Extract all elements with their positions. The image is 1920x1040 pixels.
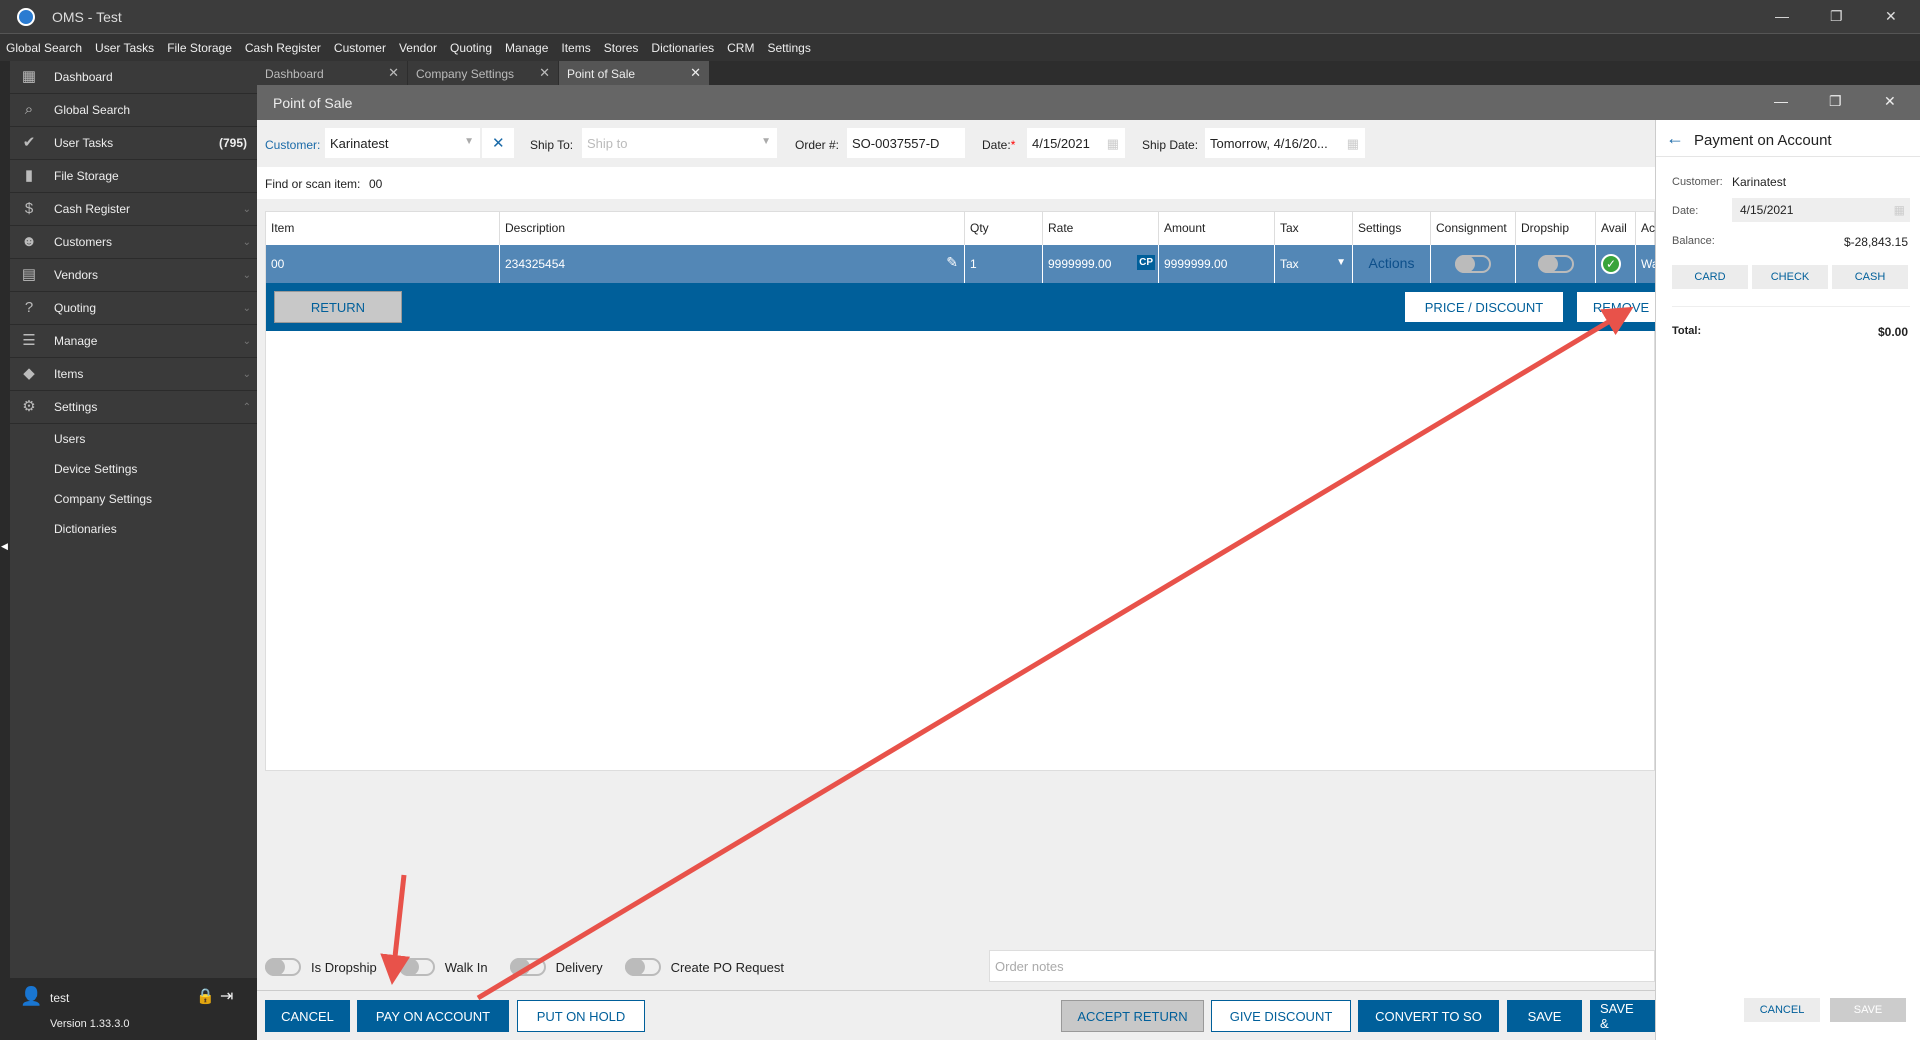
arrow-to-pay-on-account (380, 874, 411, 985)
annotation-arrows (380, 306, 1634, 1001)
arrow-to-payment-panel (476, 306, 1634, 1001)
